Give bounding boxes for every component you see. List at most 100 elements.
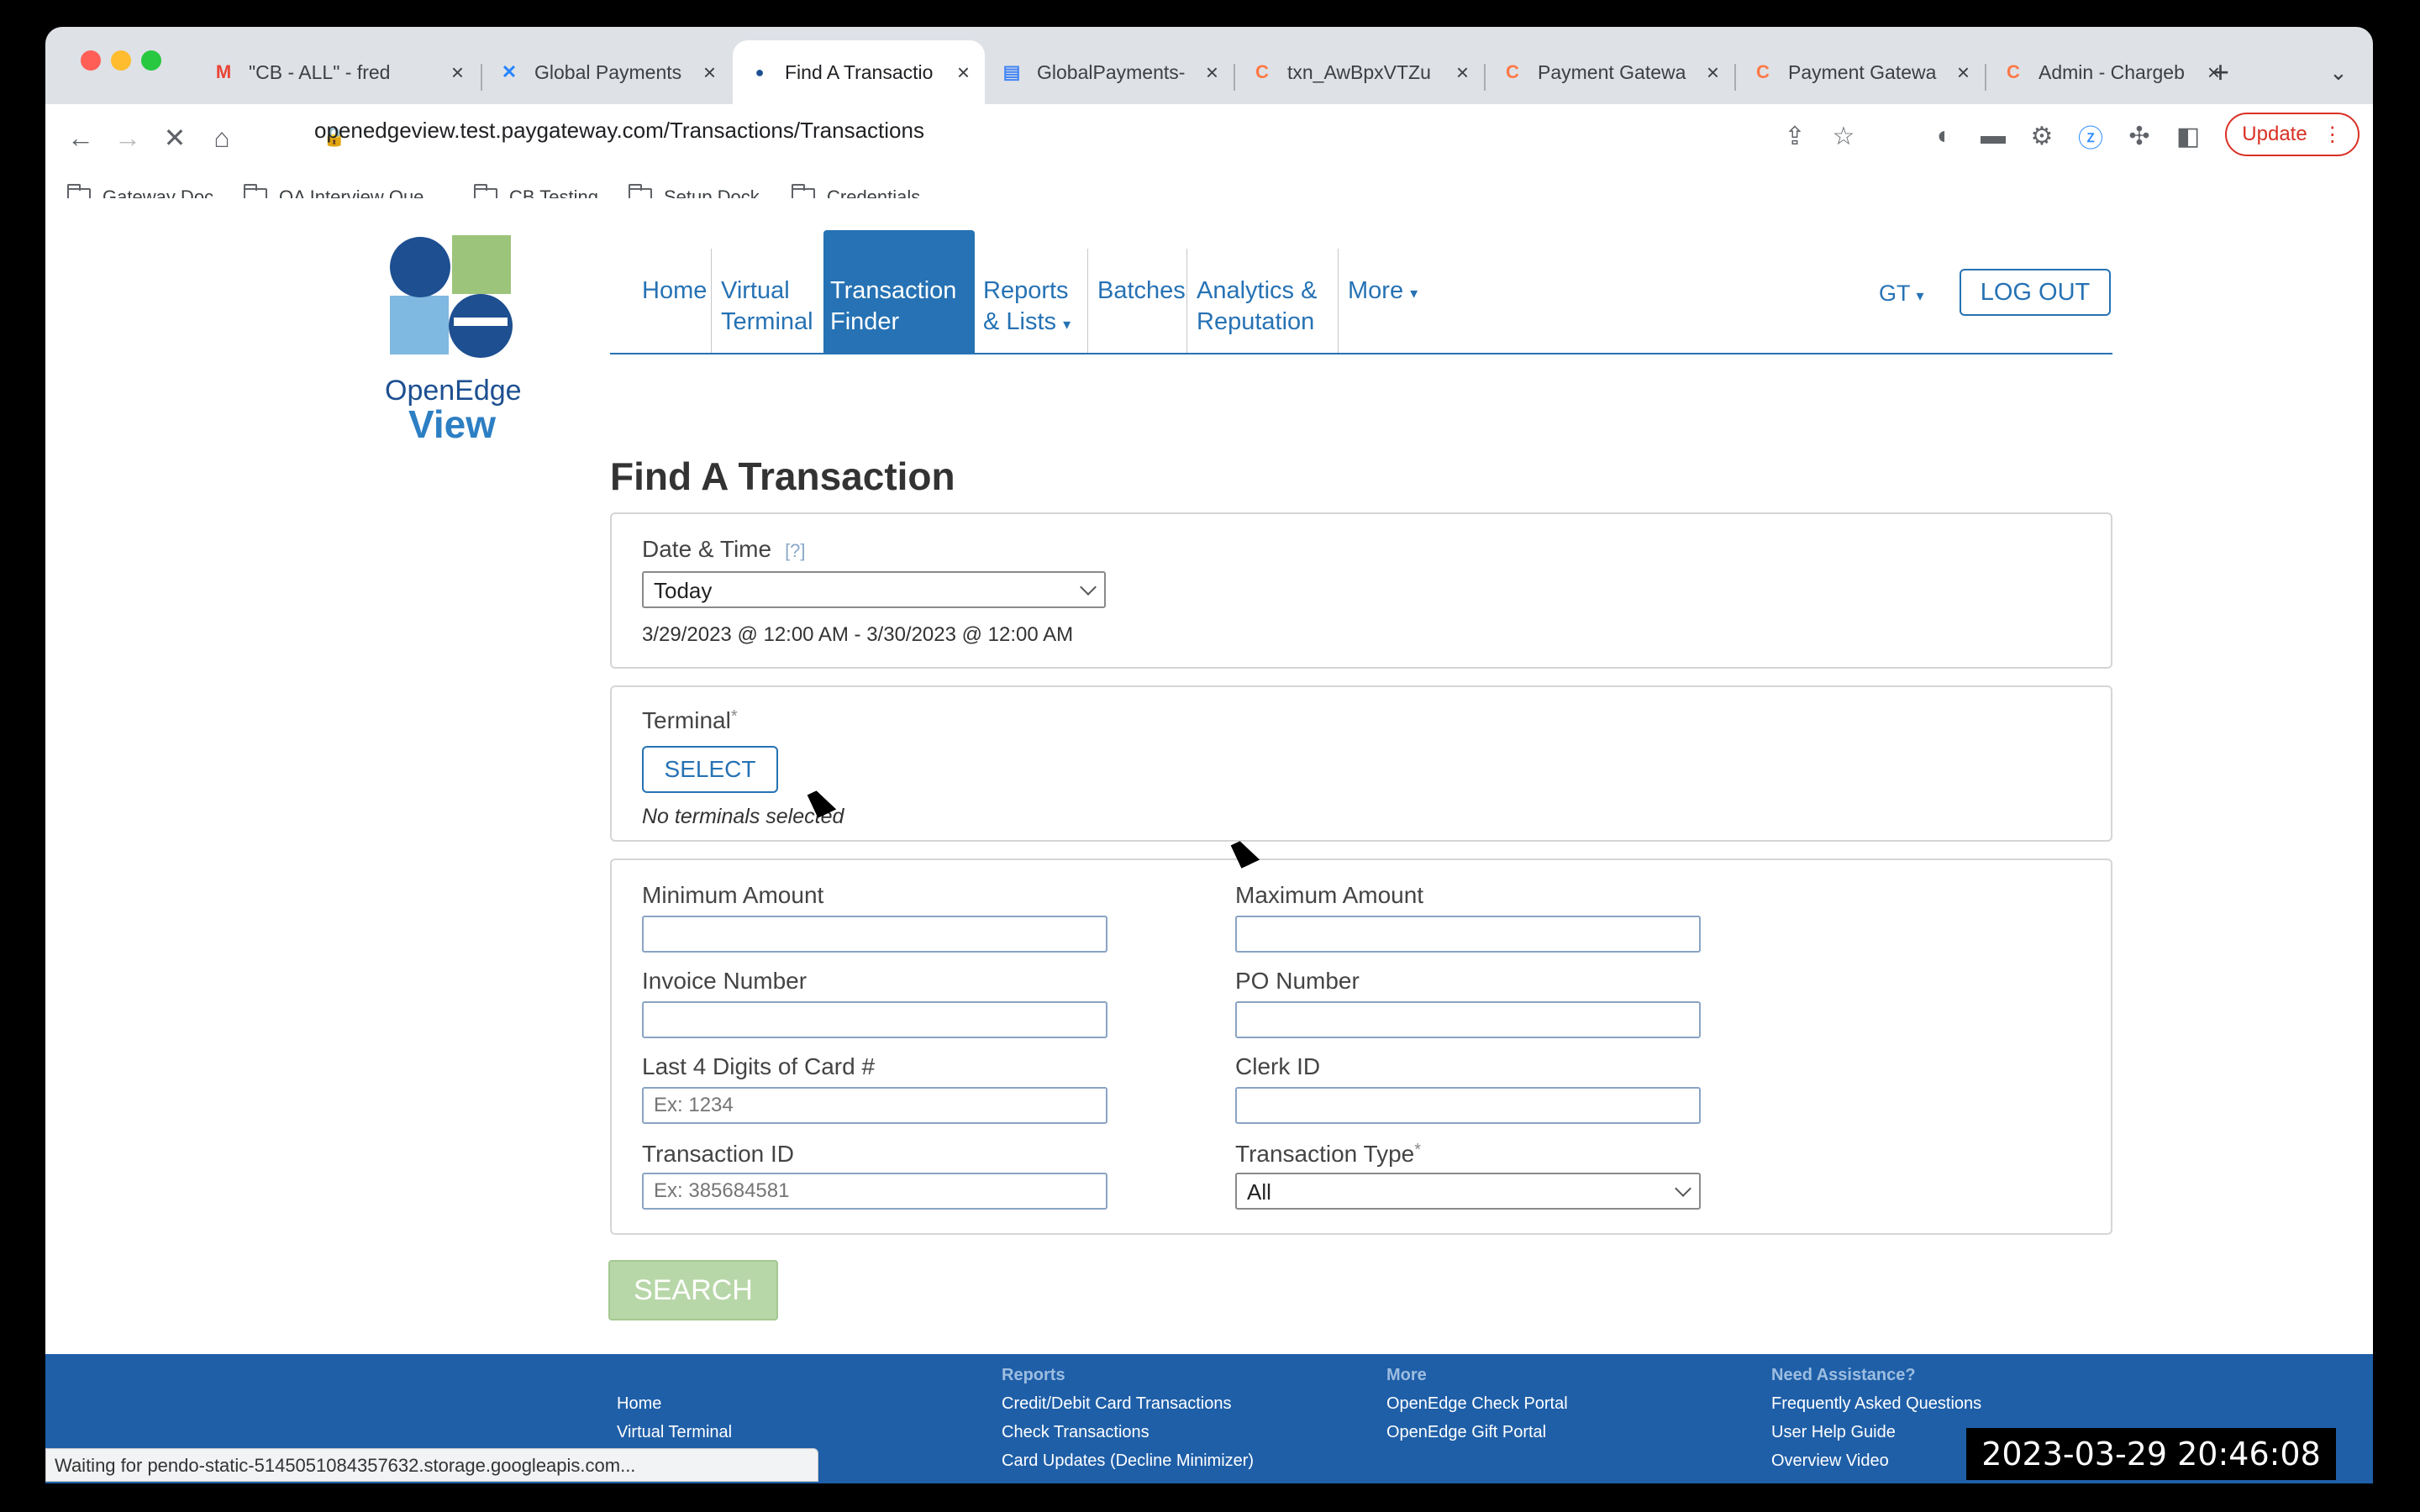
nav-transaction-finder[interactable]: Transaction Finder <box>823 230 975 354</box>
footer-link[interactable]: OpenEdge Check Portal <box>1386 1394 1568 1414</box>
puzzle-icon[interactable]: ✣ <box>2121 118 2158 155</box>
close-window-icon[interactable] <box>81 50 101 71</box>
browser-tab[interactable]: C Payment Gatewa × <box>1736 40 1985 104</box>
chargebee-icon: C <box>1506 61 1519 82</box>
transaction-type-label: Transaction Type* <box>1235 1141 1422 1167</box>
page-title: Find A Transaction <box>610 454 955 498</box>
openedge-view-logo[interactable]: OpenEdge View <box>385 218 522 446</box>
footer-heading: Need Assistance? <box>1771 1366 1916 1384</box>
browser-tab[interactable]: ▤ GlobalPayments- × <box>985 40 1234 104</box>
invoice-input[interactable] <box>642 1001 1107 1038</box>
nav-label: Finder <box>830 308 900 335</box>
date-time-panel: Date & Time [?] Today 3/29/2023 @ 12:00 A… <box>610 512 2112 669</box>
date-range-text: 3/29/2023 @ 12:00 AM - 3/30/2023 @ 12:00… <box>642 623 1074 646</box>
nav-label: Reports <box>983 277 1069 304</box>
nav-label: Analytics & <box>1197 277 1318 304</box>
close-icon[interactable]: × <box>1206 60 1218 86</box>
chargebee-icon: C <box>1756 61 1770 82</box>
extension-icon[interactable]: ◐ <box>1926 118 1963 155</box>
forward-icon[interactable]: → <box>109 119 146 156</box>
close-icon[interactable]: × <box>1957 60 1970 86</box>
caret-down-icon: ▾ <box>1410 285 1418 302</box>
browser-tab[interactable]: C txn_AwBpxVTZu × <box>1235 40 1484 104</box>
close-icon[interactable]: × <box>703 60 716 86</box>
footer-heading: More <box>1386 1366 1427 1384</box>
footer-link[interactable]: OpenEdge Gift Portal <box>1386 1423 1546 1442</box>
kebab-menu-icon[interactable]: ⋮ <box>2323 123 2343 147</box>
tab-label: Payment Gatewa <box>1788 60 1937 83</box>
footer-link[interactable]: Frequently Asked Questions <box>1771 1394 1981 1414</box>
browser-tab-active[interactable]: ● Find A Transactio × <box>733 40 985 104</box>
last4-input[interactable] <box>642 1087 1107 1124</box>
chevron-down-icon <box>1675 1180 1691 1197</box>
update-button[interactable]: Update ⋮ <box>2225 113 2360 156</box>
max-amount-input[interactable] <box>1235 916 1701 953</box>
tab-label: GlobalPayments- <box>1037 60 1186 83</box>
footer-link[interactable]: Credit/Debit Card Transactions <box>1002 1394 1231 1414</box>
tab-label: txn_AwBpxVTZu <box>1287 60 1431 83</box>
nav-more[interactable]: More ▾ <box>1341 276 1424 309</box>
home-icon[interactable]: ⌂ <box>203 119 240 156</box>
tab-label: Admin - Chargeb <box>2039 60 2185 83</box>
password-icon[interactable]: ▬ <box>1975 118 2012 155</box>
user-menu[interactable]: GT ▾ <box>1879 281 1924 307</box>
side-panel-icon[interactable]: ◧ <box>2170 118 2207 155</box>
help-link[interactable]: [?] <box>785 540 805 561</box>
back-icon[interactable]: ← <box>62 119 99 156</box>
footer-link[interactable]: Card Updates (Decline Minimizer) <box>1002 1452 1254 1471</box>
chargebee-icon: C <box>2007 61 2020 82</box>
minimize-window-icon[interactable] <box>111 50 131 71</box>
nav-label: Virtual <box>721 277 790 304</box>
user-initials: GT <box>1879 281 1911 306</box>
close-icon[interactable]: × <box>451 60 464 86</box>
date-time-label: Date & Time [?] <box>642 536 806 562</box>
transaction-id-label: Transaction ID <box>642 1141 795 1167</box>
footer-heading: Reports <box>1002 1366 1065 1384</box>
po-input[interactable] <box>1235 1001 1701 1038</box>
chargebee-icon: C <box>1255 61 1269 82</box>
select-terminal-button[interactable]: SELECT <box>642 746 778 793</box>
new-tab-icon[interactable]: + <box>2196 40 2247 104</box>
clerk-id-input[interactable] <box>1235 1087 1701 1124</box>
last4-label: Last 4 Digits of Card # <box>642 1053 876 1079</box>
tab-search-chevron-icon[interactable]: ⌄ <box>2314 40 2356 104</box>
nav-label: & Lists <box>983 308 1057 335</box>
close-icon[interactable]: × <box>1707 60 1719 86</box>
transaction-type-select[interactable]: All <box>1235 1173 1701 1210</box>
gear-icon[interactable]: ⚙ <box>2023 118 2060 155</box>
max-amount-label: Maximum Amount <box>1235 882 1424 908</box>
tab-label: Payment Gatewa <box>1538 60 1686 83</box>
nav-divider <box>610 353 2112 354</box>
footer-link[interactable]: Check Transactions <box>1002 1423 1150 1442</box>
logout-button[interactable]: LOG OUT <box>1960 269 2111 316</box>
nav-analytics-reputation[interactable]: Analytics & Reputation <box>1190 276 1323 338</box>
share-icon[interactable]: ⇪ <box>1776 118 1813 155</box>
footer-link[interactable]: Home <box>617 1394 661 1414</box>
browser-tab[interactable]: ✕ Global Payments × <box>482 40 731 104</box>
footer-link[interactable]: User Help Guide <box>1771 1423 1896 1442</box>
clerk-id-label: Clerk ID <box>1235 1053 1321 1079</box>
nav-batches[interactable]: Batches <box>1091 276 1192 307</box>
search-button[interactable]: SEARCH <box>608 1260 778 1320</box>
url-text[interactable]: openedgeview.test.paygateway.com/Transac… <box>314 118 924 144</box>
footer-link[interactable]: Overview Video <box>1771 1452 1889 1471</box>
nav-home[interactable]: Home <box>635 276 713 307</box>
browser-status-bar: Waiting for pendo-static-514505108435763… <box>45 1448 818 1482</box>
min-amount-input[interactable] <box>642 916 1107 953</box>
close-icon[interactable]: × <box>957 60 970 86</box>
nav-virtual-terminal[interactable]: Virtual Terminal <box>714 276 820 338</box>
date-range-select[interactable]: Today <box>642 571 1106 608</box>
openedge-icon: ● <box>755 63 765 81</box>
browser-tab[interactable]: M "CB - ALL" - fred × <box>197 40 479 104</box>
zoom-extension-icon[interactable]: ⓩ <box>2072 118 2109 155</box>
browser-tab[interactable]: C Payment Gatewa × <box>1486 40 1734 104</box>
terminal-label: Terminal* <box>642 707 738 733</box>
transaction-id-input[interactable] <box>642 1173 1107 1210</box>
stop-loading-icon[interactable]: ✕ <box>156 119 193 156</box>
maximize-window-icon[interactable] <box>141 50 161 71</box>
bookmark-star-icon[interactable]: ☆ <box>1825 118 1862 155</box>
transaction-type-value: All <box>1247 1179 1271 1205</box>
close-icon[interactable]: × <box>1456 60 1469 86</box>
nav-reports-lists[interactable]: Reports & Lists ▾ <box>976 276 1077 340</box>
footer-link[interactable]: Virtual Terminal <box>617 1423 732 1442</box>
